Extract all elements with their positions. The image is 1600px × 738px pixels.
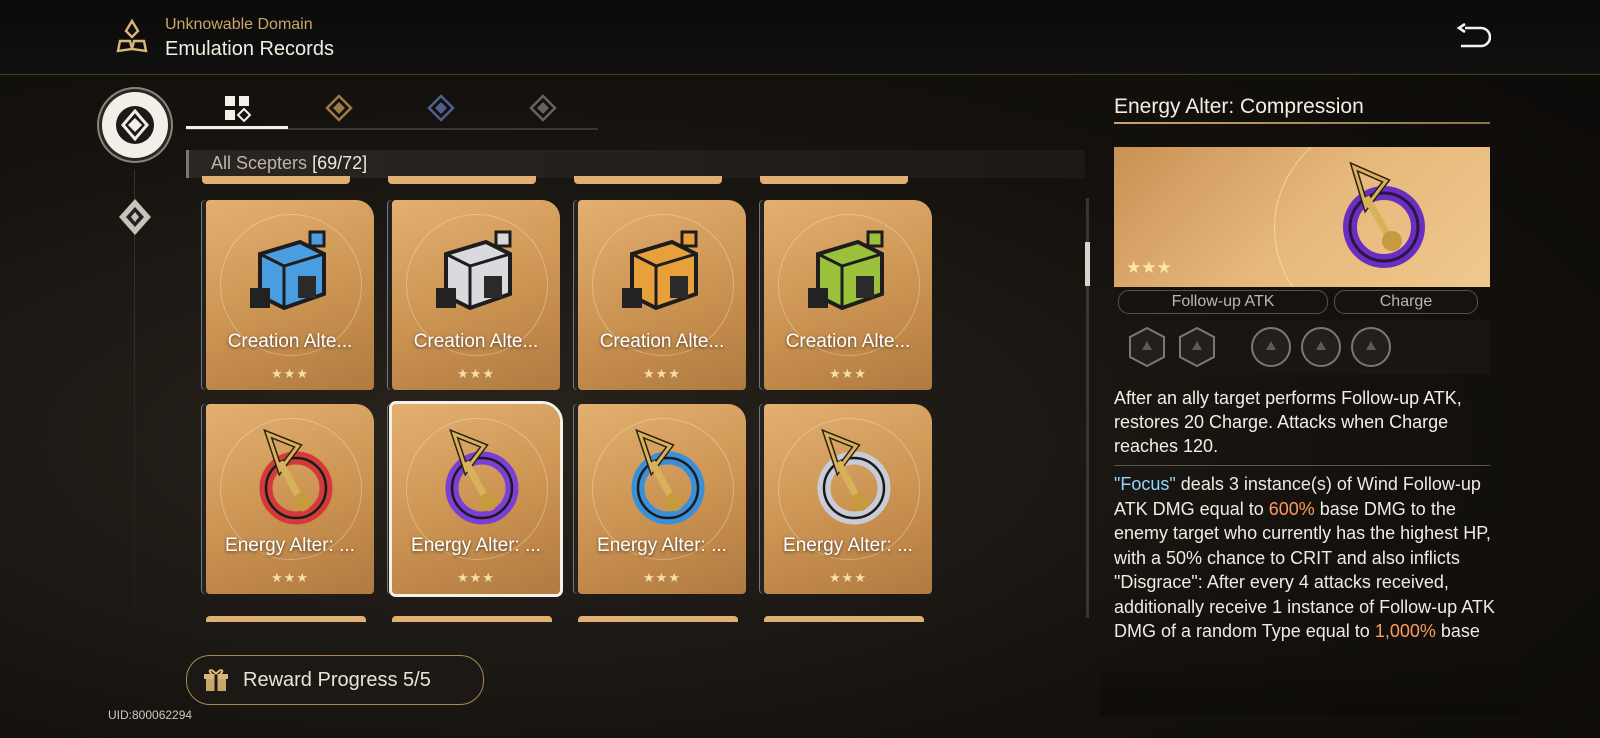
creation-alter-card[interactable]: Creation Alte... ★★★ [578, 200, 746, 390]
list-header: All Scepters [69/72] [186, 150, 1085, 178]
card-edge [574, 176, 722, 184]
circle-slot-icon [1351, 327, 1391, 367]
card-edge [578, 616, 738, 622]
rarity-stars: ★★★ [643, 570, 681, 585]
creation-alter-card[interactable]: Creation Alte... ★★★ [206, 200, 374, 390]
energy-alter-scepter-icon [817, 428, 891, 525]
text-fade [1100, 655, 1520, 715]
rarity-stars: ★★★ [457, 366, 495, 381]
detail-separator [1114, 465, 1490, 466]
gift-icon [204, 669, 228, 691]
card-edge [760, 176, 908, 184]
list-label: All Scepters [211, 153, 308, 173]
energy-alter-card[interactable]: Energy Alter: ... ★★★ [389, 401, 563, 597]
rarity-stars: ★★★ [271, 366, 309, 381]
circle-slot-icon [1251, 327, 1291, 367]
energy-alter-scepter-icon [259, 428, 333, 525]
energy-alter-scepter-icon [1343, 161, 1425, 268]
card-edge [392, 616, 552, 622]
card-label: Creation Alte... [599, 331, 725, 352]
filter-tabs [186, 90, 598, 130]
user-id: UID:800062294 [108, 708, 193, 722]
rarity-stars: ★★★ [829, 366, 867, 381]
gray-path-icon [529, 94, 557, 122]
scepter-grid[interactable]: Creation Alte... ★★★ Creation Alte... ★★★ Cr… [196, 176, 1086, 622]
hexagon-slot-icon [1179, 326, 1215, 368]
card-label: Creation Alte... [227, 331, 353, 352]
effect-value: 1,000% [1374, 621, 1436, 641]
energy-alter-card[interactable]: Energy Alter: ... ★★★ [578, 404, 746, 594]
side-rail [134, 170, 135, 700]
detail-summary: After an ally target performs Follow-up … [1114, 388, 1462, 456]
energy-alter-scepter-icon [631, 428, 705, 525]
card-label: Energy Alter: ... [225, 535, 355, 556]
hexagon-slot-icon [1129, 326, 1165, 368]
slot-circle [1300, 326, 1342, 368]
creation-alter-cube-icon [622, 230, 698, 311]
creation-alter-card[interactable]: Creation Alte... ★★★ [392, 200, 560, 390]
rarity-stars: ★★★ [271, 570, 309, 585]
creation-alter-card[interactable]: Creation Alte... ★★★ [764, 200, 932, 390]
tag-follow-up: Follow-up ATK [1118, 290, 1328, 314]
grid-scroll-thumb[interactable] [1085, 242, 1090, 286]
return-arrow-icon[interactable] [1455, 22, 1491, 54]
all-grid-icon [225, 96, 251, 122]
tag-row: Follow-up ATK Charge [1118, 290, 1486, 314]
slot-hexagon [1176, 326, 1218, 368]
card-edge [388, 176, 536, 184]
tab-gray-path[interactable] [492, 90, 594, 126]
detail-preview: ★★★ [1114, 147, 1490, 287]
side-nav-secondary[interactable] [112, 194, 158, 240]
creation-alter-cube-icon [250, 230, 326, 311]
effect-value: 600% [1268, 498, 1315, 519]
card-label: Creation Alte... [413, 331, 539, 352]
card-label: Energy Alter: ... [411, 535, 541, 556]
effect-text: base [1435, 621, 1480, 641]
creation-alter-cube-icon [436, 230, 512, 311]
circle-slot-icon [1301, 327, 1341, 367]
rarity-stars: ★★★ [457, 570, 495, 585]
tag-charge: Charge [1334, 290, 1478, 314]
reward-label: Reward Progress 5/5 [243, 668, 431, 691]
list-count: [69/72] [312, 153, 368, 173]
tab-all[interactable] [186, 90, 288, 129]
card-label: Energy Alter: ... [597, 535, 727, 556]
rarity-stars: ★★★ [643, 366, 681, 381]
rarity-stars: ★★★ [829, 570, 867, 585]
rarity-stars: ★★★ [1126, 258, 1172, 277]
detail-divider [1114, 122, 1490, 124]
trinity-emblem-icon [116, 18, 148, 53]
diamond-emblem-icon [119, 199, 151, 235]
creation-alter-cube-icon [808, 230, 884, 311]
page-title: Emulation Records [165, 38, 334, 60]
card-label: Energy Alter: ... [783, 535, 913, 556]
top-bar: Unknowable Domain Emulation Records [0, 0, 1600, 75]
card-label: Creation Alte... [785, 331, 911, 352]
card-edge [206, 616, 366, 622]
card-edge [764, 616, 924, 622]
gold-path-icon [325, 94, 353, 122]
page-subtitle: Unknowable Domain [165, 16, 313, 33]
energy-alter-scepter-icon [445, 428, 519, 525]
side-nav-scepters[interactable] [102, 92, 168, 158]
effect-keyword: "Focus" [1114, 474, 1176, 494]
tab-blue-path[interactable] [390, 90, 492, 126]
tab-gold-path[interactable] [288, 90, 390, 126]
scepter-emblem-icon [116, 106, 154, 144]
slot-circle [1250, 326, 1292, 368]
detail-title: Energy Alter: Compression [1114, 95, 1364, 118]
energy-alter-card[interactable]: Energy Alter: ... ★★★ [206, 404, 374, 594]
blessing-slots [1114, 320, 1490, 374]
card-edge [202, 176, 350, 184]
energy-alter-card[interactable]: Energy Alter: ... ★★★ [764, 404, 932, 594]
reward-progress-button[interactable]: Reward Progress 5/5 [186, 655, 484, 705]
slot-circle [1350, 326, 1392, 368]
effect-text: base DMG to the enemy target who current… [1114, 498, 1495, 642]
blue-path-icon [427, 94, 455, 122]
slot-hexagon [1126, 326, 1168, 368]
